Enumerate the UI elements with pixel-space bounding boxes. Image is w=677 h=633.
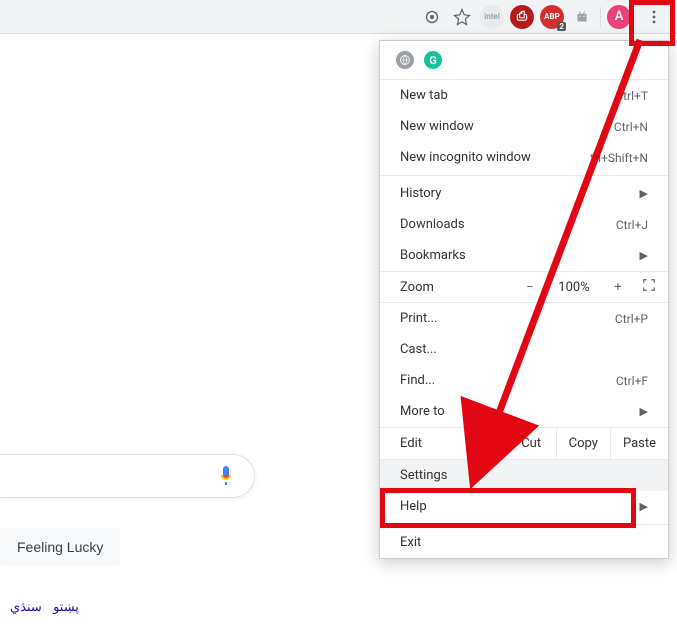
extension-icon-intel[interactable]: intel	[480, 5, 504, 29]
menu-label: Help	[400, 499, 427, 514]
menu-shortcut: Ctrl+F	[616, 374, 648, 388]
menu-new-incognito[interactable]: New incognito window trl+Shift+N	[380, 142, 668, 173]
browser-toolbar: intel ⎙ ABP 2 A	[0, 0, 677, 34]
lucky-label: Feeling Lucky	[17, 539, 103, 555]
chrome-menu: G New tab Ctrl+T New window Ctrl+N New i…	[379, 40, 669, 559]
menu-zoom-row: Zoom − 100% +	[380, 271, 668, 303]
profile-avatar[interactable]: A	[607, 5, 631, 29]
menu-label: Print...	[400, 311, 437, 326]
menu-edit-row: Edit Cut Copy Paste	[380, 427, 668, 460]
menu-label: Exit	[400, 535, 421, 550]
star-icon[interactable]	[450, 5, 474, 29]
menu-label: New window	[400, 119, 474, 134]
menu-label: Downloads	[400, 217, 465, 232]
fullscreen-icon[interactable]	[642, 278, 656, 296]
menu-shortcut: Ctrl+N	[614, 120, 648, 134]
menu-help[interactable]: Help ▶	[380, 491, 668, 522]
profile-letter: A	[615, 9, 624, 24]
chevron-right-icon: ▶	[640, 187, 648, 200]
menu-downloads[interactable]: Downloads Ctrl+J	[380, 209, 668, 240]
menu-shortcut: Ctrl+J	[616, 218, 648, 232]
target-icon[interactable]	[420, 5, 444, 29]
extension-icon-android[interactable]	[570, 5, 594, 29]
menu-shortcut: trl+Shift+N	[590, 151, 648, 165]
menu-new-tab[interactable]: New tab Ctrl+T	[380, 80, 668, 111]
edit-paste[interactable]: Paste	[610, 428, 668, 459]
zoom-in-button[interactable]: +	[608, 280, 628, 295]
chevron-right-icon: ▶	[640, 500, 648, 513]
menu-shortcut: Ctrl+T	[615, 89, 648, 103]
menu-print[interactable]: Print... Ctrl+P	[380, 303, 668, 334]
menu-label: More to	[400, 404, 445, 419]
menu-extension-row: G	[380, 41, 668, 80]
menu-label: Find...	[400, 373, 435, 388]
menu-history[interactable]: History ▶	[380, 178, 668, 209]
menu-label: New tab	[400, 88, 448, 103]
menu-label: Cast...	[400, 342, 437, 357]
abp-badge: 2	[557, 22, 566, 31]
menu-more-tools[interactable]: More to ▶	[380, 396, 668, 427]
menu-separator	[380, 524, 668, 525]
chevron-right-icon: ▶	[640, 405, 648, 418]
menu-settings[interactable]: Settings	[380, 460, 668, 491]
grammarly-icon[interactable]: G	[424, 51, 442, 69]
edit-cut[interactable]: Cut	[506, 428, 556, 459]
lang-link[interactable]: پښتو	[53, 600, 79, 615]
mic-icon[interactable]	[214, 464, 238, 488]
menu-cast[interactable]: Cast...	[380, 334, 668, 365]
menu-label: New incognito window	[400, 150, 531, 165]
menu-label: History	[400, 186, 441, 201]
edit-label: Edit	[380, 428, 506, 459]
menu-find[interactable]: Find... Ctrl+F	[380, 365, 668, 396]
edit-copy[interactable]: Copy	[556, 428, 610, 459]
menu-separator	[380, 175, 668, 176]
language-links: پښتو سنڌي	[10, 600, 87, 615]
lang-link[interactable]: سنڌي	[10, 600, 42, 615]
menu-label: Bookmarks	[400, 248, 466, 263]
extension-icon-pdf[interactable]: ⎙	[510, 5, 534, 29]
menu-shortcut: Ctrl+P	[615, 312, 648, 326]
menu-new-window[interactable]: New window Ctrl+N	[380, 111, 668, 142]
menu-bookmarks[interactable]: Bookmarks ▶	[380, 240, 668, 271]
toolbar-divider	[600, 7, 601, 27]
zoom-label: Zoom	[400, 280, 506, 295]
zoom-value: 100%	[554, 280, 594, 295]
extension-icon-abp[interactable]: ABP 2	[540, 5, 564, 29]
chevron-right-icon: ▶	[640, 249, 648, 262]
menu-label: Settings	[400, 468, 447, 483]
globe-icon[interactable]	[396, 51, 414, 69]
kebab-menu-button[interactable]	[637, 0, 671, 34]
zoom-out-button[interactable]: −	[520, 280, 540, 295]
search-box[interactable]	[0, 454, 255, 498]
menu-exit[interactable]: Exit	[380, 527, 668, 558]
feeling-lucky-button[interactable]: Feeling Lucky	[0, 528, 120, 566]
